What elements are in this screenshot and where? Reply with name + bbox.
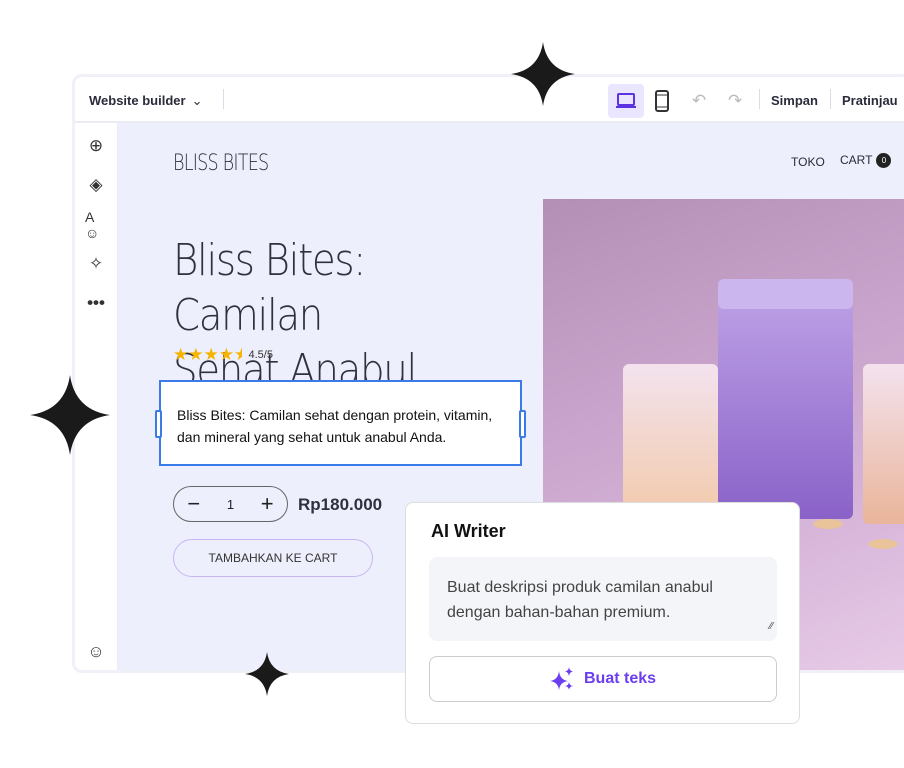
ai-writer-title: AI Writer	[431, 521, 506, 541]
ai-writer-panel: AI Writer Buat deskripsi produk camilan …	[405, 502, 800, 724]
preview-button[interactable]: Pratinjau	[842, 93, 898, 108]
add-to-cart-button[interactable]: TAMBAHKAN KE CART	[173, 539, 373, 577]
save-button[interactable]: Simpan	[771, 93, 818, 108]
cart-label: CART	[840, 153, 873, 167]
desktop-view-button[interactable]	[608, 84, 644, 118]
stars-icon: ★★★★★	[173, 345, 242, 364]
divider	[223, 89, 224, 109]
redo-icon[interactable]: ↷	[728, 91, 742, 111]
product-title[interactable]: Bliss Bites: Camilan Sehat Anabul	[173, 233, 525, 398]
prompt-text: Buat deskripsi produk camilan anabul den…	[447, 579, 713, 621]
quantity-stepper[interactable]: − 1 +	[173, 486, 288, 522]
price: Rp180.000	[298, 495, 383, 514]
rating-text: 4.5/5	[248, 349, 273, 361]
plus-icon[interactable]: +	[261, 491, 274, 517]
theme-icon[interactable]: A☺	[85, 209, 107, 241]
resize-handle-left[interactable]	[155, 410, 162, 438]
description-text: Bliss Bites: Camilan sehat dengan protei…	[177, 407, 493, 445]
sparkle-icon	[549, 667, 573, 690]
website-builder-menu[interactable]: Website builder ⌄	[89, 93, 202, 109]
minus-icon[interactable]: −	[187, 491, 200, 517]
generate-text-button[interactable]: Buat teks	[429, 656, 777, 702]
resize-grip-icon[interactable]: ⁄⁄	[770, 614, 773, 639]
sparkle-decoration-icon	[511, 42, 575, 106]
prompt-textarea[interactable]: Buat deskripsi produk camilan anabul den…	[429, 557, 777, 641]
nav-toko[interactable]: TOKO	[791, 155, 825, 169]
divider	[759, 89, 760, 109]
menu-label: Website builder	[89, 93, 186, 108]
generate-label: Buat teks	[583, 670, 657, 687]
layers-icon[interactable]: ◈	[85, 174, 107, 196]
ai-sparkle-icon[interactable]: ✧	[85, 253, 107, 275]
cart-count-badge: 0	[876, 153, 892, 169]
feedback-icon[interactable]: ☺	[85, 641, 107, 663]
mobile-icon	[655, 90, 669, 112]
laptop-icon	[616, 93, 636, 108]
nav-cart[interactable]: CART 0	[840, 153, 892, 169]
chevron-down-icon: ⌄	[191, 93, 203, 108]
divider	[830, 89, 831, 109]
site-logo[interactable]: BLISS BITES	[173, 151, 269, 176]
top-toolbar: Website builder ⌄ ↶ ↷ Simpan Pratinjau	[75, 77, 904, 123]
undo-icon[interactable]: ↶	[692, 91, 706, 111]
quantity-value[interactable]: 1	[227, 497, 234, 512]
mobile-view-button[interactable]	[644, 84, 680, 118]
star-rating: ★★★★★ 4.5/5	[173, 345, 273, 365]
resize-handle-right[interactable]	[519, 410, 526, 438]
title-line: Bliss Bites: Camilan	[173, 235, 366, 341]
description-textbox[interactable]: Bliss Bites: Camilan sehat dengan protei…	[155, 380, 526, 466]
sparkle-decoration-icon	[30, 375, 110, 455]
add-icon[interactable]: ⊕	[85, 135, 107, 157]
more-icon[interactable]: •••	[85, 292, 107, 314]
sparkle-decoration-icon	[245, 652, 289, 696]
